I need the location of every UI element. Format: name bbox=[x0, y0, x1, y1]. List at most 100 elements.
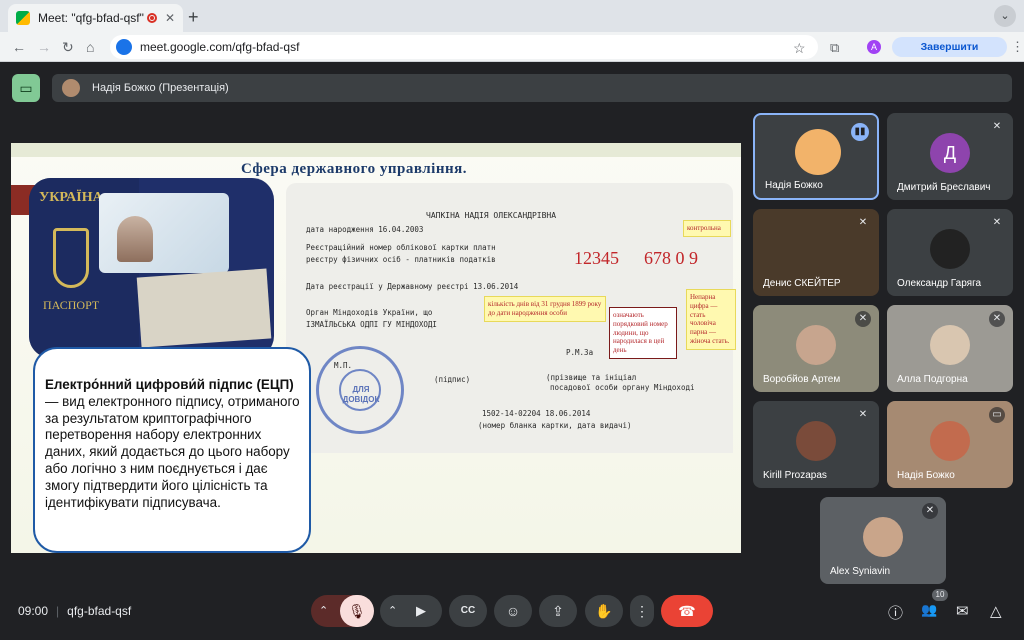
emoji-reaction-button[interactable]: ☺ bbox=[494, 595, 532, 627]
mic-off-icon: ✕ bbox=[992, 217, 1002, 228]
meeting-details-icon[interactable]: ⓘ bbox=[888, 602, 903, 623]
mic-toggle-button[interactable]: 🎙 bbox=[340, 595, 374, 627]
mic-off-icon: ✕ bbox=[858, 217, 868, 228]
participant-name: Алла Подгорна bbox=[897, 374, 968, 385]
captions-button[interactable]: CC bbox=[449, 595, 487, 627]
doc-signature: (підпис) bbox=[434, 375, 471, 384]
participant-avatar bbox=[795, 129, 841, 175]
passport-word: ПАСПОРТ bbox=[43, 298, 100, 312]
extensions-icon[interactable]: ⧉ bbox=[830, 40, 839, 56]
participant-name: Надія Божко bbox=[897, 470, 955, 481]
participant-avatar bbox=[930, 325, 970, 365]
passport-image: УКРАЇНА ПАСПОРТ bbox=[29, 178, 274, 358]
presentation-label: Надія Божко (Презентація) bbox=[92, 82, 229, 94]
home-button[interactable]: ⌂ bbox=[86, 39, 94, 55]
mic-off-icon: ✕ bbox=[855, 311, 871, 327]
participant-tile[interactable]: ✕ Kirill Prozapas bbox=[753, 401, 879, 488]
participant-tile[interactable]: ▭ Надія Божко bbox=[887, 401, 1013, 488]
back-button[interactable]: ← bbox=[12, 39, 26, 55]
meet-favicon-icon bbox=[16, 11, 30, 25]
raise-hand-button[interactable]: ✋ bbox=[585, 595, 623, 627]
doc-officer-desc1: (прізвище та ініціал bbox=[546, 373, 637, 382]
slide-top-band bbox=[11, 143, 741, 157]
presenting-icon: ▭ bbox=[989, 407, 1005, 423]
tab-close-icon[interactable]: ✕ bbox=[165, 11, 175, 25]
camera-toggle-button[interactable]: ▶ bbox=[416, 595, 426, 627]
id-digits-part2: 678 0 9 bbox=[644, 248, 698, 268]
browser-menu-icon[interactable]: ⋮ bbox=[1011, 39, 1024, 55]
doc-reg-date: Дата реєстрації у Державному реєстрі 13.… bbox=[306, 282, 519, 291]
id-photo bbox=[117, 216, 153, 262]
present-now-button[interactable]: ⇪ bbox=[539, 595, 577, 627]
participant-avatar bbox=[863, 517, 903, 557]
participant-name: Kirill Prozapas bbox=[763, 470, 827, 481]
doc-officer: Р.М.За bbox=[566, 348, 594, 357]
shared-slide: Сфера державного управління. УКРАЇНА ПАС… bbox=[11, 143, 741, 553]
participant-name: Надія Божко bbox=[765, 180, 823, 191]
url-text: meet.google.com/qfg-bfad-qsf bbox=[140, 40, 300, 54]
id-digits-part1: 12345 bbox=[574, 248, 619, 268]
camera-control-group: ⌃ ▶ bbox=[380, 595, 442, 627]
bookmark-star-icon[interactable]: ☆ bbox=[793, 40, 806, 57]
speaking-indicator-icon: ▮▮ bbox=[851, 123, 869, 141]
mic-off-icon: ✕ bbox=[858, 409, 868, 420]
definition-callout: Електро́нний цифрови́й підпис (ЕЦП) — ви… bbox=[33, 347, 311, 553]
participant-count-badge: 10 bbox=[932, 589, 948, 601]
definition-text: Електро́нний цифрови́й підпис (ЕЦП) — ви… bbox=[45, 377, 305, 511]
participant-name: Alex Syniavin bbox=[830, 566, 891, 577]
call-controls-bar: 09:00 | qfg-bfad-qsf ⌃ 🎙 ⌃ ▶ CC ☺ ⇪ ✋ ⋮ ☎ … bbox=[0, 589, 1024, 640]
participant-avatar bbox=[930, 229, 970, 269]
stamp-text: ДЛЯ ДОВІДОК bbox=[342, 385, 380, 404]
participant-tile[interactable]: ✕ Алла Подгорна bbox=[887, 305, 1013, 392]
trident-icon bbox=[53, 228, 89, 288]
doc-officer-desc2: посадової особи органу Міндоході bbox=[550, 383, 695, 392]
forward-button[interactable]: → bbox=[37, 39, 51, 55]
clock: 09:00 bbox=[18, 604, 49, 618]
participant-name: Олександр Гаряга bbox=[897, 278, 982, 289]
definition-body: — вид електронного підпису, отриманого з… bbox=[45, 393, 300, 510]
meet-tab[interactable]: Meet: "qfg-bfad-qsf" ✕ bbox=[8, 4, 183, 32]
presentation-bar: Надія Божко (Презентація) bbox=[52, 74, 1012, 102]
doc-org1: Орган Міндоходів України, що bbox=[306, 308, 433, 317]
activities-icon[interactable]: △ bbox=[990, 602, 1002, 620]
participant-name: Воробйов Артем bbox=[763, 374, 841, 385]
video-options-caret-icon[interactable]: ⌃ bbox=[388, 595, 397, 627]
slide-title: Сфера державного управління. bbox=[241, 161, 467, 177]
note-days-count: кількість днів від 31 грудня 1899 року д… bbox=[484, 296, 606, 322]
meeting-info: 09:00 | qfg-bfad-qsf bbox=[18, 604, 132, 618]
participant-avatar: Д bbox=[930, 133, 970, 173]
new-tab-button[interactable]: + bbox=[188, 7, 199, 28]
participant-tile[interactable]: ✕ Alex Syniavin bbox=[820, 497, 946, 584]
participant-avatar bbox=[930, 421, 970, 461]
doc-reg1: Реєстраційний номер облікової картки пла… bbox=[306, 243, 496, 252]
chat-icon[interactable]: ✉ bbox=[956, 602, 969, 620]
profile-avatar[interactable]: A bbox=[867, 40, 881, 54]
site-info-icon[interactable] bbox=[116, 39, 132, 55]
participant-tile[interactable]: ✕ Олександр Гаряга bbox=[887, 209, 1013, 296]
browser-tab-strip: Meet: "qfg-bfad-qsf" ✕ + ⌄ bbox=[0, 0, 1024, 32]
recording-icon bbox=[146, 13, 157, 23]
participant-tile[interactable]: ✕ Воробйов Артем bbox=[753, 305, 879, 392]
participant-tile[interactable]: ✕ Денис СКЕЙТЕР bbox=[753, 209, 879, 296]
mic-off-icon: ✕ bbox=[922, 503, 938, 519]
meeting-code: qfg-bfad-qsf bbox=[67, 604, 132, 618]
doc-org2: ІЗМАЇЛЬСЬКА ОДПІ ГУ МІНДОХОДІ bbox=[306, 320, 437, 329]
meet-main: ▭ Надія Божко (Презентація) Сфера держав… bbox=[0, 62, 1024, 640]
mic-off-icon: ✕ bbox=[992, 121, 1002, 132]
more-options-button[interactable]: ⋮ bbox=[630, 595, 654, 627]
finish-update-button[interactable]: Завершити оновлення bbox=[892, 37, 1007, 73]
people-icon[interactable]: 👥 bbox=[921, 602, 937, 618]
tab-search-button[interactable]: ⌄ bbox=[994, 5, 1016, 27]
reload-button[interactable]: ↻ bbox=[62, 39, 74, 56]
presentation-layout-icon[interactable]: ▭ bbox=[12, 74, 40, 102]
tab-title: Meet: "qfg-bfad-qsf" bbox=[38, 11, 144, 25]
doc-card-no: 1502-14-02204 18.06.2014 bbox=[482, 409, 591, 418]
passport-country: УКРАЇНА bbox=[39, 190, 103, 205]
audio-options-caret-icon[interactable]: ⌃ bbox=[319, 595, 328, 627]
participant-tile[interactable]: ▮▮ Надія Божко bbox=[753, 113, 879, 200]
participant-tile[interactable]: Д ✕ Дмитрий Бреславич bbox=[887, 113, 1013, 200]
address-bar[interactable]: meet.google.com/qfg-bfad-qsf bbox=[110, 35, 818, 59]
leave-call-button[interactable]: ☎ bbox=[661, 595, 713, 627]
participant-avatar bbox=[796, 325, 836, 365]
presenter-avatar bbox=[62, 79, 80, 97]
